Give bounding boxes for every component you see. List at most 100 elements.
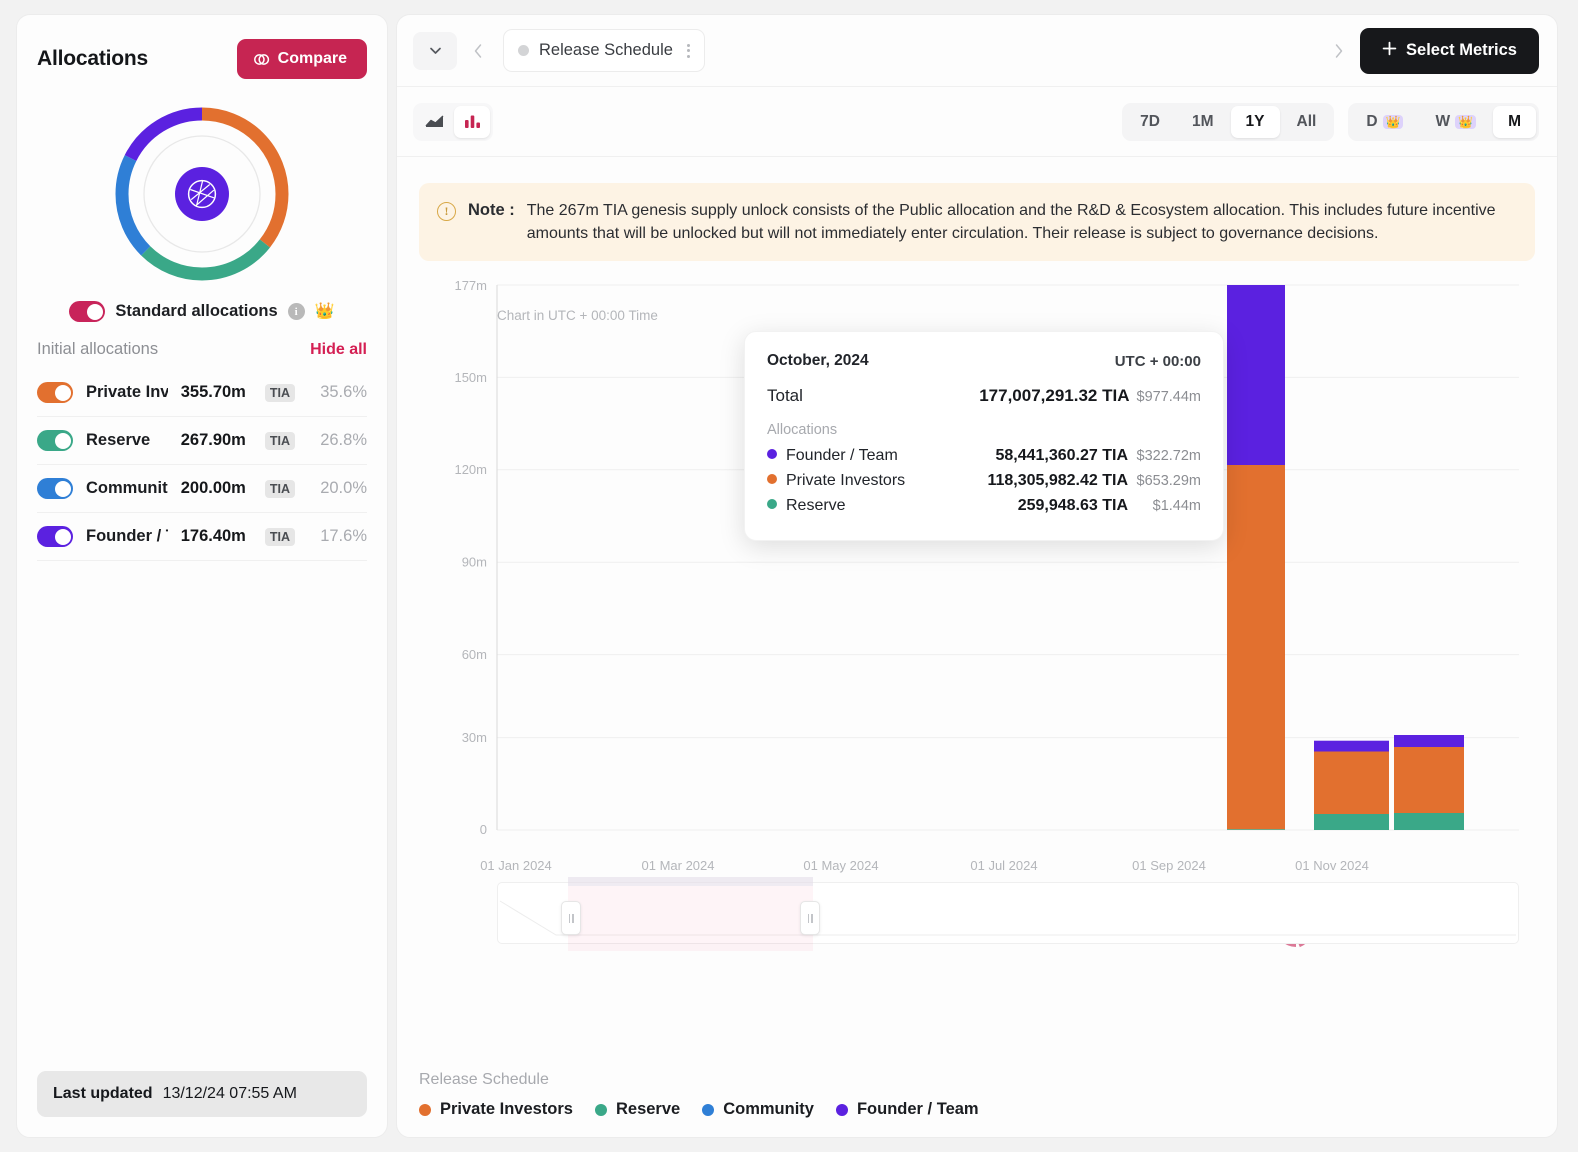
legend-item-reserve[interactable]: Reserve: [595, 1100, 680, 1119]
interval-d-label: D: [1366, 113, 1377, 131]
allocation-name: Community: [86, 479, 168, 498]
tooltip-color-dot: [767, 449, 777, 459]
chart-tooltip: October, 2024 UTC + 00:00 Total 177,007,…: [744, 331, 1224, 541]
list-item[interactable]: Founder / Te... 176.40m TIA 17.6%: [37, 513, 367, 561]
legend-item-community[interactable]: Community: [702, 1100, 814, 1119]
legend-item-founder-team[interactable]: Founder / Team: [836, 1100, 979, 1119]
legend-label: Private Investors: [440, 1100, 573, 1119]
hide-all-button[interactable]: Hide all: [310, 341, 367, 359]
tooltip-row-usd: $322.72m: [1135, 448, 1201, 464]
standard-allocations-row: Standard allocations i 👑: [17, 293, 387, 340]
tooltip-header: October, 2024 UTC + 00:00: [767, 352, 1201, 370]
tooltip-row: Reserve 259,948.63 TIA $1.44m: [767, 497, 1201, 515]
last-updated-panel: Last updated 13/12/24 07:55 AM: [37, 1071, 367, 1117]
crown-icon: 👑: [1383, 115, 1404, 129]
range-1y[interactable]: 1Y: [1231, 106, 1280, 138]
chevron-right-icon[interactable]: [1322, 32, 1356, 70]
range-selector-group: 7D 1M 1Y All: [1122, 103, 1334, 141]
range-all[interactable]: All: [1282, 106, 1332, 138]
last-updated-label: Last updated: [53, 1085, 153, 1103]
legend-color-dot: [595, 1104, 607, 1116]
tooltip-row: Founder / Team 58,441,360.27 TIA $322.72…: [767, 447, 1201, 465]
tooltip-allocations-label: Allocations: [767, 422, 1201, 438]
note-banner: ! Note : The 267m TIA genesis supply unl…: [419, 183, 1535, 261]
brush-handle-right[interactable]: [800, 901, 820, 935]
tooltip-row-value: 58,441,360.27 TIA: [995, 447, 1128, 465]
legend-item-private-investors[interactable]: Private Investors: [419, 1100, 573, 1119]
allocation-amount: 176.40m: [181, 527, 246, 546]
svg-text:01 May 2024: 01 May 2024: [803, 858, 878, 873]
range-1m[interactable]: 1M: [1177, 106, 1229, 138]
allocation-percent: 26.8%: [315, 431, 367, 450]
allocation-amount: 200.00m: [181, 479, 246, 498]
interval-w[interactable]: W 👑: [1420, 106, 1491, 138]
svg-text:01 Jul 2024: 01 Jul 2024: [970, 858, 1037, 873]
svg-text:150m: 150m: [454, 370, 487, 385]
svg-text:90m: 90m: [462, 555, 487, 570]
tooltip-row-name: Reserve: [786, 497, 1018, 515]
brush-handle-left[interactable]: [561, 901, 581, 935]
page-title: Allocations: [37, 47, 148, 71]
allocation-unit: TIA: [265, 384, 295, 402]
svg-text:177m: 177m: [454, 278, 487, 293]
crown-icon: 👑: [315, 304, 335, 320]
allocation-toggle[interactable]: [37, 430, 73, 451]
chart-type-group: [413, 103, 493, 141]
note-label: Note :: [468, 201, 515, 220]
more-vertical-icon[interactable]: [687, 44, 690, 58]
area-chart-icon[interactable]: [416, 106, 452, 138]
tooltip-row-value: 118,305,982.42 TIA: [987, 472, 1128, 490]
interval-m[interactable]: M: [1493, 106, 1536, 138]
tab-status-dot-icon: [518, 45, 529, 56]
list-item[interactable]: Community 200.00m TIA 20.0%: [37, 465, 367, 513]
brush-selection[interactable]: [568, 877, 813, 951]
standard-allocations-toggle[interactable]: [69, 301, 105, 322]
legend-color-dot: [702, 1104, 714, 1116]
allocation-name: Private Inve...: [86, 383, 168, 402]
list-item[interactable]: Reserve 267.90m TIA 26.8%: [37, 417, 367, 465]
sidebar-footer: Last updated 13/12/24 07:55 AM: [17, 1055, 387, 1137]
tooltip-color-dot: [767, 474, 777, 484]
select-metrics-button[interactable]: Select Metrics: [1360, 28, 1539, 74]
compare-label: Compare: [278, 50, 347, 68]
last-updated-value: 13/12/24 07:55 AM: [163, 1085, 297, 1103]
compare-button[interactable]: Compare: [237, 39, 367, 79]
allocation-unit: TIA: [265, 480, 295, 498]
release-schedule-chart[interactable]: Chart in UTC + 00:00 Time 177m 150m: [419, 275, 1535, 1065]
tooltip-utc: UTC + 00:00: [1115, 353, 1201, 370]
tab-release-schedule[interactable]: Release Schedule: [503, 29, 705, 72]
tooltip-date: October, 2024: [767, 352, 869, 370]
interval-d[interactable]: D 👑: [1351, 106, 1418, 138]
tab-label: Release Schedule: [539, 41, 673, 60]
allocation-amount: 355.70m: [181, 383, 246, 402]
allocation-toggle[interactable]: [37, 478, 73, 499]
main-panel: Release Schedule Select Metrics: [396, 14, 1558, 1138]
compare-icon: [253, 51, 270, 68]
tooltip-total-usd: $977.44m: [1137, 389, 1202, 405]
interval-w-label: W: [1435, 113, 1450, 131]
bar-oct-2024: [1227, 285, 1285, 830]
tooltip-row-usd: $653.29m: [1135, 473, 1201, 489]
standard-allocations-label: Standard allocations: [115, 302, 277, 321]
bar-chart-icon[interactable]: [454, 106, 490, 138]
chart-range-brush[interactable]: [497, 882, 1519, 944]
tooltip-color-dot: [767, 499, 777, 509]
chart-controls-bar: 7D 1M 1Y All D 👑 W 👑 M: [397, 87, 1557, 157]
tooltip-row-usd: $1.44m: [1135, 498, 1201, 514]
allocation-name: Reserve: [86, 431, 168, 450]
allocation-amount: 267.90m: [181, 431, 246, 450]
chevron-left-icon[interactable]: [461, 32, 495, 70]
tooltip-total-values: 177,007,291.32 TIA$977.44m: [979, 386, 1201, 406]
allocation-unit: TIA: [265, 432, 295, 450]
info-circle-icon: !: [437, 202, 456, 221]
info-icon[interactable]: i: [288, 303, 305, 320]
interval-selector-group: D 👑 W 👑 M: [1348, 103, 1539, 141]
allocation-toggle[interactable]: [37, 382, 73, 403]
tooltip-row-name: Private Investors: [786, 472, 987, 490]
svg-text:0: 0: [480, 822, 487, 837]
range-7d[interactable]: 7D: [1125, 106, 1175, 138]
list-item[interactable]: Private Inve... 355.70m TIA 35.6%: [37, 369, 367, 417]
allocation-list: Private Inve... 355.70m TIA 35.6% Reserv…: [17, 369, 387, 561]
allocation-toggle[interactable]: [37, 526, 73, 547]
chevron-down-icon[interactable]: [413, 32, 457, 70]
